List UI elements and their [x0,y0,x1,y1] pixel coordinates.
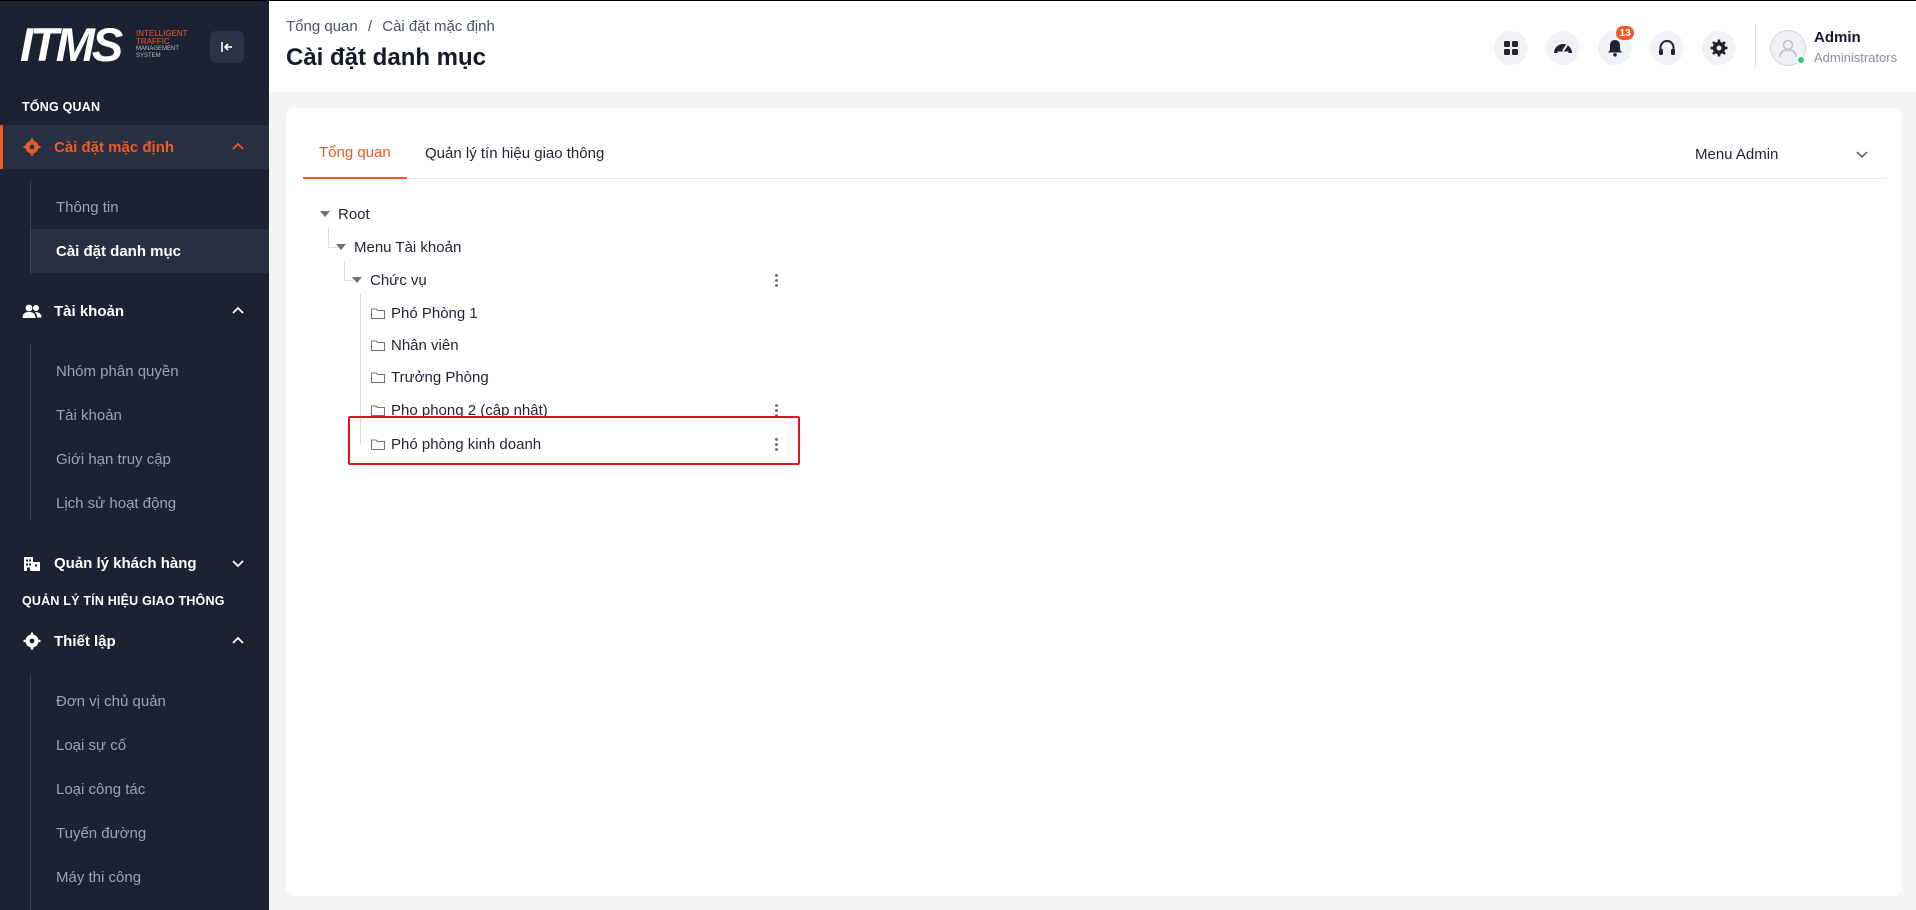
section-label-overview: TỔNG QUAN [22,100,101,114]
logo-wordmark: ITMS [20,18,123,71]
logo-tagline: INTELLIGENT TRAFFIC MANAGEMENT SYSTEM [136,30,196,60]
notifications-button[interactable]: 13 [1598,26,1634,65]
header-divider [1755,24,1756,68]
breadcrumb: Tổng quan / Cài đặt mặc định [286,18,495,35]
tagline-line-2: TRAFFIC [136,37,170,46]
tree-node-label: Trưởng Phòng [391,368,489,386]
tree-node-positions[interactable]: Chức vụ [352,266,427,294]
tree-node-label: Nhân viên [391,336,459,354]
caret-down-icon[interactable] [336,244,346,250]
sidebar-item-construction-machines[interactable]: Máy thi công [31,855,269,899]
tree-node-account-menu[interactable]: Menu Tài khoản [336,233,461,261]
tab-traffic-signal-management[interactable]: Quản lý tín hiệu giao thông [409,128,620,178]
tree-node-label: Chức vụ [370,271,427,289]
bell-icon [1608,40,1622,57]
nav-group-label: Thiết lập [54,632,116,650]
folder-icon [371,372,385,383]
page-title: Cài đặt danh mục [286,44,487,71]
headset-icon [1659,40,1675,55]
folder-icon [371,405,385,416]
online-status-dot [1796,55,1806,65]
sidebar-item-managing-units[interactable]: Đơn vị chủ quản [31,679,269,723]
breadcrumb-default-settings[interactable]: Cài đặt mặc định [382,18,495,35]
itms-logo[interactable]: ITMS INTELLIGENT TRAFFIC MANAGEMENT SYST… [20,18,190,71]
nav-group-label: Tài khoản [54,302,125,320]
nav-group-customers[interactable]: Quản lý khách hàng [0,541,269,585]
settings-button[interactable] [1702,31,1736,65]
dashboard-button[interactable] [1546,31,1580,65]
sidebar-item-work-types[interactable]: Loại công tác [31,767,269,811]
tree-node-label: Root [338,205,370,223]
sidebar-item-permission-groups[interactable]: Nhóm phân quyền [31,349,269,393]
support-button[interactable] [1650,31,1684,65]
tree-leaf[interactable]: Nhân viên [371,331,459,359]
avatar[interactable] [1770,30,1806,66]
chevron-up-icon [232,636,244,644]
nav-group-setup[interactable]: Thiết lập [0,619,269,663]
chevron-down-icon [232,560,244,568]
tree-node-label: Phó Phòng 1 [391,304,478,322]
sidebar-item-access-limits[interactable]: Giới hạn truy cập [31,437,269,481]
highlight-box [348,416,800,465]
tree-node-label: Menu Tài khoản [354,238,462,256]
chevron-up-icon [232,306,244,314]
breadcrumb-separator: / [367,18,373,35]
content-card: Tổng quan Quản lý tín hiệu giao thông Me… [286,108,1902,896]
collapse-sidebar-button[interactable] [210,31,244,63]
sidebar-item-routes[interactable]: Tuyến đường [31,811,269,855]
nav-group-label: Quản lý khách hàng [54,554,197,572]
sidebar-item-info[interactable]: Thông tin [31,185,269,229]
caret-down-icon[interactable] [352,277,362,283]
menu-select-value: Menu Admin [1695,145,1779,163]
sidebar-item-accounts[interactable]: Tài khoản [31,393,269,437]
notification-count-badge: 13 [1616,26,1634,40]
section-label-traffic: QUẢN LÝ TÍN HIỆU GIAO THÔNG [22,594,225,608]
tree-node-root[interactable]: Root [320,200,370,228]
caret-down-icon[interactable] [320,211,330,217]
more-options-icon[interactable] [771,270,781,290]
dashboard-gauge-icon [1554,44,1572,53]
building-icon [22,554,42,572]
sidebar: ITMS INTELLIGENT TRAFFIC MANAGEMENT SYST… [0,0,269,910]
tree-leaf[interactable]: Trưởng Phòng [371,363,489,391]
tagline-line-3: MANAGEMENT [136,46,180,52]
tab-bar: Tổng quan Quản lý tín hiệu giao thông Me… [303,128,1887,179]
gear-icon [22,632,42,650]
nav-group-label: Cài đặt mặc định [54,138,175,156]
user-icon [1779,39,1797,58]
sidebar-item-activity-history[interactable]: Lịch sử hoạt động [31,481,269,525]
sidebar-item-category-settings[interactable]: Cài đặt danh mục [31,229,269,273]
nav-group-accounts[interactable]: Tài khoản [0,289,269,333]
tab-overview[interactable]: Tổng quan [303,128,407,179]
folder-icon [371,308,385,319]
user-name[interactable]: Admin [1814,29,1861,46]
chevron-up-icon [232,142,244,150]
gear-icon [22,138,42,156]
chevron-down-icon [1856,151,1868,159]
sidebar-item-incident-types[interactable]: Loại sự cố [31,723,269,767]
menu-select[interactable]: Menu Admin [1695,138,1875,170]
gear-icon [1710,39,1728,57]
apps-button[interactable] [1494,31,1528,65]
tagline-line-4: SYSTEM [136,53,161,59]
nav-group-default-settings[interactable]: Cài đặt mặc định [0,125,269,169]
apps-grid-icon [1504,41,1518,55]
tree-leaf[interactable]: Phó Phòng 1 [371,299,478,327]
folder-icon [371,340,385,351]
breadcrumb-overview[interactable]: Tổng quan [286,18,358,35]
collapse-left-icon [221,42,232,52]
user-role: Administrators [1814,50,1898,65]
users-icon [22,302,42,320]
